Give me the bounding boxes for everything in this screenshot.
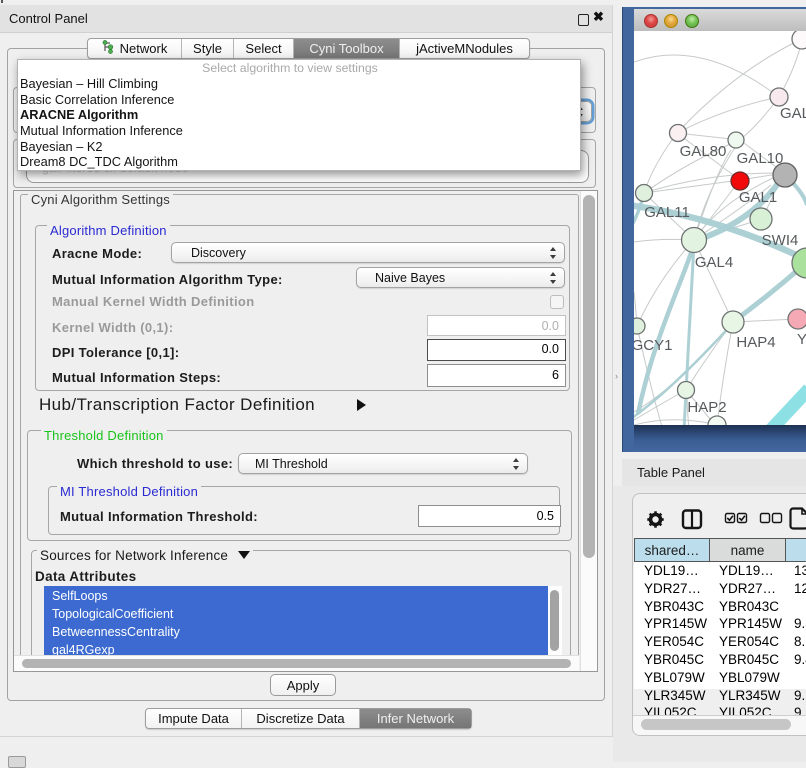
svg-text:Y: Y xyxy=(797,331,806,348)
svg-text:GAL4: GAL4 xyxy=(695,254,733,271)
svg-text:GAL80: GAL80 xyxy=(680,143,727,160)
svg-text:GAL: GAL xyxy=(780,105,806,122)
svg-text:GAL11: GAL11 xyxy=(644,204,690,221)
svg-text:HAP2: HAP2 xyxy=(687,399,726,416)
svg-text:SWI4: SWI4 xyxy=(762,232,799,249)
svg-text:HAP4: HAP4 xyxy=(736,334,775,351)
svg-text:GAL10: GAL10 xyxy=(737,150,784,167)
svg-text:GCY1: GCY1 xyxy=(634,337,672,354)
svg-text:GAL1: GAL1 xyxy=(739,189,777,206)
